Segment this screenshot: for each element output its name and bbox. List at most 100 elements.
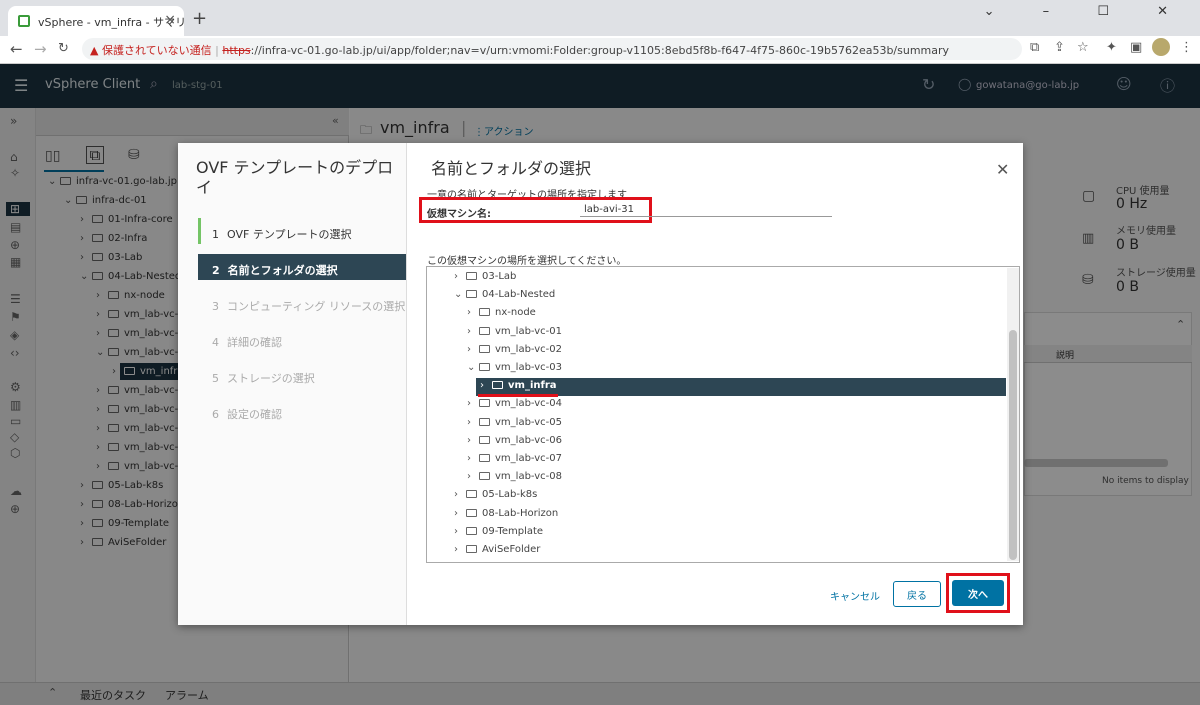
folder-icon (492, 381, 503, 390)
folder-tree-label: vm_lab-vc-03 (495, 362, 563, 373)
folder-icon (466, 490, 477, 499)
window-controls[interactable]: ⌄ – ☐ ✕ (984, 4, 1190, 19)
chevron-down-icon[interactable]: ⌄ (454, 289, 466, 300)
folder-icon (466, 508, 477, 517)
folder-tree-label: vm_lab-vc-07 (495, 453, 563, 464)
chevron-right-icon[interactable]: › (454, 526, 466, 537)
folder-tree-item[interactable]: › vm_lab-vc-07 (467, 450, 562, 468)
folder-tree-item[interactable]: ⌄ 04-Lab-Nested (454, 286, 555, 304)
chevron-right-icon[interactable]: › (454, 271, 466, 282)
step-label: コンピューティング リソースの選択 (227, 300, 406, 313)
folder-tree-label: vm_lab-vc-08 (495, 471, 563, 483)
folder-icon (479, 472, 490, 481)
security-warning: 保護されていない通信 (101, 44, 212, 57)
new-tab-button[interactable]: + (192, 8, 207, 29)
back-arrow-icon[interactable]: ← (10, 40, 23, 58)
step-label: 設定の確認 (227, 408, 282, 421)
share-icon[interactable]: ⇪ (1054, 40, 1065, 55)
folder-tree-label: 03-Lab (482, 271, 517, 282)
chevron-right-icon[interactable]: › (467, 344, 479, 355)
folder-icon (479, 399, 490, 408)
wizard-step-2[interactable]: 2 名前とフォルダの選択 (198, 254, 406, 280)
folder-tree-label: 08-Lab-Horizon (482, 507, 559, 519)
tree-scrollbar-thumb[interactable] (1009, 330, 1017, 560)
folder-icon (479, 417, 490, 426)
extensions-icon[interactable]: ✦ (1106, 40, 1117, 55)
chevron-right-icon[interactable]: › (467, 417, 479, 428)
translate-icon[interactable]: ⧉ (1030, 40, 1039, 55)
folder-tree-item[interactable]: › vm_lab-vc-05 (467, 414, 562, 432)
step-label: 詳細の確認 (227, 336, 282, 349)
bookmark-star-icon[interactable]: ☆ (1077, 40, 1089, 55)
folder-icon (479, 454, 490, 462)
cancel-button[interactable]: キャンセル (826, 585, 884, 605)
folder-tree-item[interactable]: ⌄ vm_lab-vc-03 (467, 359, 562, 377)
vsphere-favicon-icon (18, 15, 30, 27)
wizard-step-4: 4 詳細の確認 (198, 326, 406, 352)
folder-icon (466, 545, 477, 553)
folder-icon (466, 272, 477, 280)
folder-tree-item[interactable]: › vm_lab-vc-08 (467, 468, 562, 486)
chevron-right-icon[interactable]: › (467, 326, 479, 337)
wizard-step-1[interactable]: 1 OVF テンプレートの選択 (198, 218, 406, 244)
step-number: 4 (212, 336, 219, 349)
folder-tree-item[interactable]: › AviSeFolder (454, 541, 540, 559)
folder-tree-item[interactable]: › vm_lab-vc-04 (467, 395, 562, 413)
vm-name-label: 仮想マシン名: (427, 209, 491, 220)
folder-icon (466, 526, 477, 535)
next-button[interactable]: 次へ (952, 580, 1004, 606)
reload-icon[interactable]: ↻ (58, 41, 69, 56)
folder-tree-item[interactable]: › nx-node (467, 304, 536, 322)
vm-name-input[interactable] (580, 203, 832, 217)
chevron-right-icon[interactable]: › (467, 471, 479, 482)
folder-icon (479, 344, 490, 353)
url-path: ://infra-vc-01.go-lab.jp/ui/app/folder;n… (250, 44, 950, 57)
chevron-right-icon[interactable]: › (467, 435, 479, 446)
chevron-right-icon[interactable]: › (480, 380, 492, 391)
folder-icon (479, 308, 490, 317)
close-dialog-icon[interactable]: ✕ (996, 160, 1009, 179)
profile-avatar[interactable] (1152, 38, 1170, 56)
folder-tree-label: vm_lab-vc-06 (495, 434, 563, 446)
location-instruction: この仮想マシンの場所を選択してください。 (427, 256, 627, 267)
side-panel-icon[interactable]: ▣ (1130, 40, 1142, 55)
folder-tree-item[interactable]: › vm_lab-vc-02 (467, 341, 562, 359)
folder-tree-label: nx-node (495, 307, 536, 319)
folder-tree-item[interactable]: › 03-Lab (454, 268, 516, 286)
folder-tree-item[interactable]: › 08-Lab-Horizon (454, 505, 558, 523)
folder-tree-item[interactable]: › vm_lab-vc-01 (467, 323, 562, 341)
back-button[interactable]: 戻る (893, 581, 941, 607)
url-scheme: https (222, 44, 251, 57)
wizard-step-3: 3 コンピューティング リソースの選択 (198, 290, 406, 316)
wizard-step-6: 6 設定の確認 (198, 398, 406, 424)
chevron-right-icon[interactable]: › (467, 398, 479, 409)
step-label: 名前とフォルダの選択 (227, 264, 338, 277)
dialog-page-title: 名前とフォルダの選択 (431, 159, 592, 178)
folder-tree-label: vm_lab-vc-02 (495, 343, 563, 355)
step-number: 5 (212, 372, 219, 385)
chevron-right-icon[interactable]: › (454, 508, 466, 519)
folder-tree-label: 05-Lab-k8s (482, 489, 538, 501)
step-label: ストレージの選択 (227, 372, 315, 385)
menu-kebab-icon[interactable]: ⋮ (1180, 40, 1193, 55)
folder-tree-label: vm_lab-vc-05 (495, 416, 563, 428)
chevron-right-icon[interactable]: › (454, 489, 466, 500)
folder-tree-label: AviSeFolder (482, 544, 541, 555)
wizard-step-5: 5 ストレージの選択 (198, 362, 406, 388)
folder-icon (479, 326, 490, 335)
chevron-right-icon[interactable]: › (467, 307, 479, 318)
folder-tree-item[interactable]: › vm_infra (480, 377, 557, 395)
browser-tab[interactable]: vSphere - vm_infra - サマリ × (8, 6, 186, 36)
folder-tree-item[interactable]: › vm_lab-vc-06 (467, 432, 562, 450)
close-tab-icon[interactable]: × (164, 12, 176, 28)
forward-arrow-icon[interactable]: → (34, 40, 47, 58)
chevron-right-icon[interactable]: › (467, 453, 479, 464)
folder-icon (479, 363, 490, 371)
folder-tree-item[interactable]: › 09-Template (454, 523, 543, 541)
chevron-right-icon[interactable]: › (454, 544, 466, 555)
chevron-down-icon[interactable]: ⌄ (467, 362, 479, 373)
folder-tree-item[interactable]: › 05-Lab-k8s (454, 486, 537, 504)
folder-icon (466, 290, 477, 299)
step-number: 6 (212, 408, 219, 421)
url-field[interactable]: ▲ 保護されていない通信 | https://infra-vc-01.go-la… (82, 38, 1022, 60)
